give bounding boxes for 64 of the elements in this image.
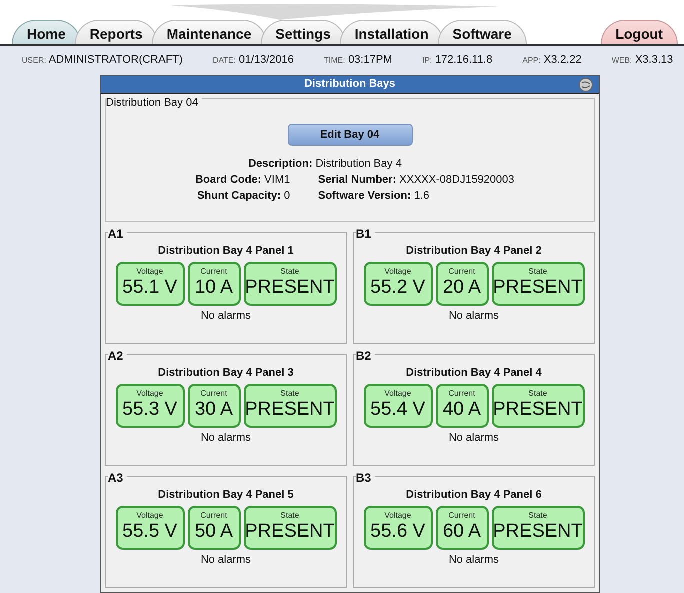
nav-tab[interactable]: Logout [600, 20, 678, 44]
reading-label: Current [200, 390, 228, 398]
alarm-status: No alarms [448, 308, 500, 324]
nav-tab[interactable]: Software [438, 20, 527, 44]
alarm-status: No alarms [200, 308, 252, 324]
panel-title: Distribution Bay 4 Panel 4 [406, 366, 542, 381]
window-title: Distribution Bays [304, 77, 396, 92]
reading-value: 55.4 V [370, 398, 426, 422]
reading-value: PRESENT [493, 276, 583, 300]
reading-value: PRESENT [493, 520, 583, 544]
reading-label: Voltage [384, 512, 412, 520]
reading-label: Current [200, 268, 228, 276]
reading-value: PRESENT [245, 276, 335, 300]
reading-value: 20 A [442, 276, 482, 300]
panel-title: Distribution Bay 4 Panel 2 [406, 244, 542, 259]
reading-label: Current [448, 268, 476, 276]
reading-label: State [528, 512, 548, 520]
reading-value: 40 A [442, 398, 482, 422]
info-text: Serial Number: XXXXX-08DJ15920003 [318, 174, 515, 186]
reading-value: PRESENT [245, 398, 335, 422]
reading-label: Voltage [384, 390, 412, 398]
reading-label: State [528, 390, 548, 398]
edit-bay-button[interactable]: Edit Bay 04 [288, 124, 412, 146]
reading-value: 10 A [194, 276, 234, 300]
info-text: Shunt Capacity: 0 [197, 190, 290, 202]
alarm-status: No alarms [448, 430, 500, 446]
info-field: DATE: 01/13/2016 [212, 52, 294, 69]
alarm-status: No alarms [200, 430, 252, 446]
reading-value: 55.5 V [122, 520, 178, 544]
info-field: TIME: 03:17PM [324, 52, 392, 69]
group-legend: Distribution Bay 04 [106, 95, 202, 112]
reading-value: 60 A [442, 520, 482, 544]
alarm-status: No alarms [200, 552, 252, 568]
panel-title: Distribution Bay 4 Panel 3 [158, 366, 294, 381]
panel-title: Distribution Bay 4 Panel 5 [158, 488, 294, 503]
reading-value: 55.1 V [122, 276, 178, 300]
reading-label: State [280, 390, 300, 398]
reading-value: 55.2 V [370, 276, 426, 300]
reading-label: Voltage [384, 268, 412, 276]
reading-value: PRESENT [245, 520, 335, 544]
reading-label: State [280, 268, 300, 276]
info-field: APP: X3.2.22 [522, 52, 582, 69]
info-text: Board Code: VIM1 [195, 174, 290, 186]
reading-value: 55.6 V [370, 520, 426, 544]
reading-label: State [528, 268, 548, 276]
reading-value: PRESENT [493, 398, 583, 422]
reading-label: Voltage [136, 268, 164, 276]
reading-value: 55.3 V [122, 398, 178, 422]
reading-label: Current [200, 512, 228, 520]
reading-label: Voltage [136, 512, 164, 520]
reading-value: 30 A [194, 398, 234, 422]
panel-title: Distribution Bay 4 Panel 6 [406, 488, 542, 503]
alarm-status: No alarms [448, 552, 500, 568]
info-text: Description: Distribution Bay 4 [248, 158, 402, 170]
panel-title: Distribution Bay 4 Panel 1 [158, 244, 294, 259]
info-field: IP: 172.16.11.8 [422, 52, 493, 69]
reading-value: 50 A [194, 520, 234, 544]
reading-label: Voltage [136, 390, 164, 398]
info-text: Software Version: 1.6 [318, 190, 430, 202]
reading-label: State [280, 512, 300, 520]
reading-label: Current [448, 512, 476, 520]
reading-label: Current [448, 390, 476, 398]
info-field: USER: ADMINISTRATOR(CRAFT) [22, 52, 183, 69]
info-field: WEB: X3.3.13 [612, 52, 674, 69]
